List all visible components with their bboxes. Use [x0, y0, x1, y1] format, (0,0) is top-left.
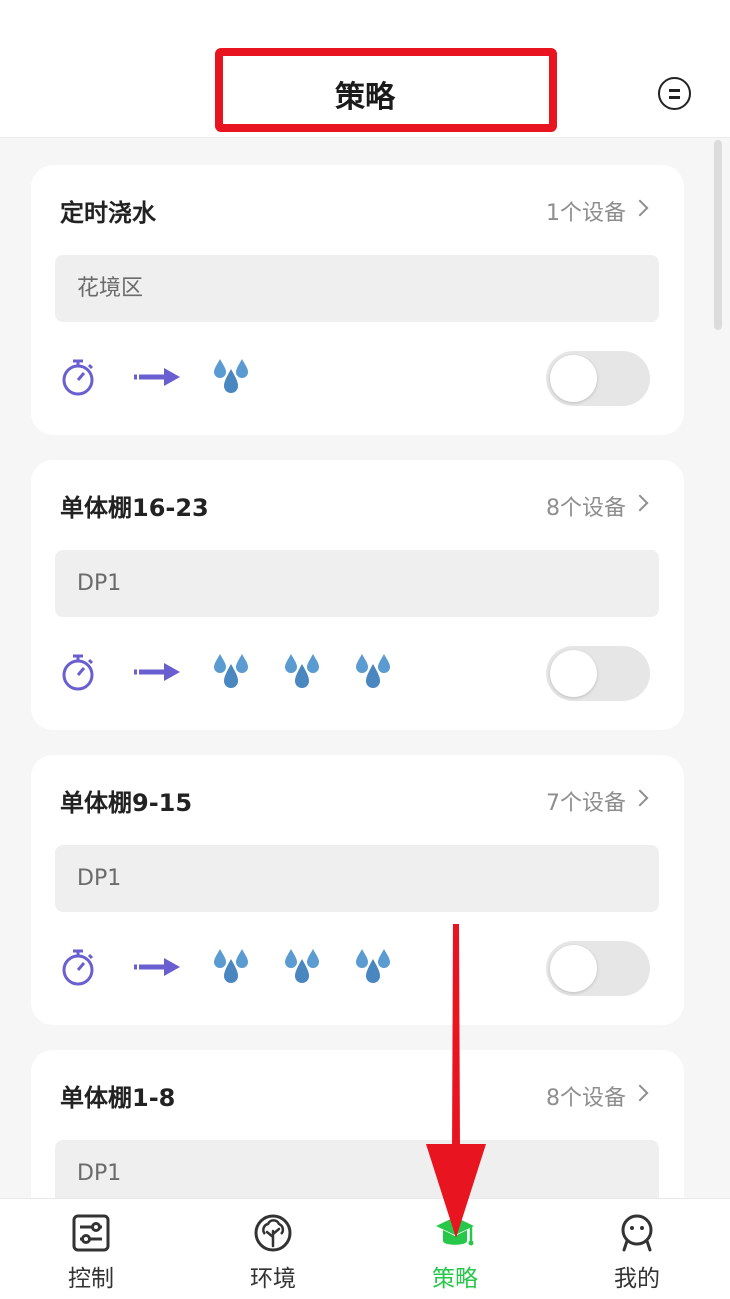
- timer-icon: [62, 654, 94, 691]
- strategy-toggle[interactable]: [546, 351, 650, 406]
- device-count: 7个设备: [546, 791, 626, 816]
- strategy-title: 单体棚16-23: [60, 494, 209, 522]
- bottom-nav: 控制 环境 策略 我的: [0, 1198, 730, 1299]
- water-drops-icon: [285, 949, 319, 983]
- timer-icon: [62, 949, 94, 986]
- device-count-link[interactable]: 1个设备: [546, 195, 648, 227]
- water-drops-icon: [214, 359, 248, 393]
- device-count: 1个设备: [546, 201, 626, 226]
- arrow-right-icon: [134, 368, 180, 386]
- toggle-knob: [550, 945, 597, 992]
- annotation-highlight-box: [215, 48, 557, 132]
- strategy-area: DP1: [55, 550, 659, 617]
- strategy-card[interactable]: 单体棚9-15 7个设备 DP1: [31, 755, 684, 1025]
- device-count-link[interactable]: 8个设备: [546, 490, 648, 522]
- nav-label: 策略: [432, 1266, 478, 1292]
- strategy-flow: [60, 947, 460, 991]
- annotation-arrow-icon: [426, 924, 486, 1238]
- strategy-card[interactable]: 单体棚1-8 8个设备 DP1: [31, 1050, 684, 1198]
- toggle-knob: [550, 650, 597, 697]
- nav-label: 环境: [250, 1266, 296, 1292]
- strategy-title: 单体棚1-8: [60, 1084, 176, 1112]
- smiley-icon: [621, 1214, 653, 1252]
- device-count: 8个设备: [546, 1086, 626, 1111]
- strategy-toggle[interactable]: [546, 646, 650, 701]
- strategy-card[interactable]: 单体棚16-23 8个设备 DP1: [31, 460, 684, 730]
- strategy-card[interactable]: 定时浇水 1个设备 花境区: [31, 165, 684, 435]
- strategy-title: 单体棚9-15: [60, 789, 193, 817]
- strategy-area: DP1: [55, 845, 659, 912]
- strategy-list[interactable]: 定时浇水 1个设备 花境区 单体棚16-23 8个设备 DP1 单体棚9-15 …: [0, 140, 730, 1198]
- nav-label: 控制: [68, 1266, 114, 1292]
- strategy-area: 花境区: [55, 255, 659, 322]
- toggle-knob: [550, 355, 597, 402]
- water-drops-icon: [356, 654, 390, 688]
- nav-item-control[interactable]: 控制: [0, 1199, 182, 1299]
- top-bar: 策略: [0, 0, 730, 138]
- tree-icon: [254, 1214, 292, 1252]
- strategy-flow: [60, 652, 460, 696]
- timer-icon: [62, 359, 94, 396]
- strategy-title: 定时浇水: [60, 199, 156, 227]
- strategy-flow: [60, 357, 460, 401]
- nav-item-environment[interactable]: 环境: [182, 1199, 364, 1299]
- menu-icon[interactable]: [658, 77, 691, 110]
- water-drops-icon: [356, 949, 390, 983]
- water-drops-icon: [285, 654, 319, 688]
- nav-item-mine[interactable]: 我的: [546, 1199, 728, 1299]
- strategy-toggle[interactable]: [546, 941, 650, 996]
- device-count-link[interactable]: 7个设备: [546, 785, 648, 817]
- arrow-right-icon: [134, 663, 180, 681]
- water-drops-icon: [214, 949, 248, 983]
- sliders-icon: [72, 1214, 110, 1252]
- device-count: 8个设备: [546, 496, 626, 521]
- scrollbar[interactable]: [714, 140, 722, 330]
- device-count-link[interactable]: 8个设备: [546, 1080, 648, 1112]
- water-drops-icon: [214, 654, 248, 688]
- arrow-right-icon: [134, 958, 180, 976]
- strategy-area: DP1: [55, 1140, 659, 1198]
- nav-label: 我的: [614, 1266, 660, 1292]
